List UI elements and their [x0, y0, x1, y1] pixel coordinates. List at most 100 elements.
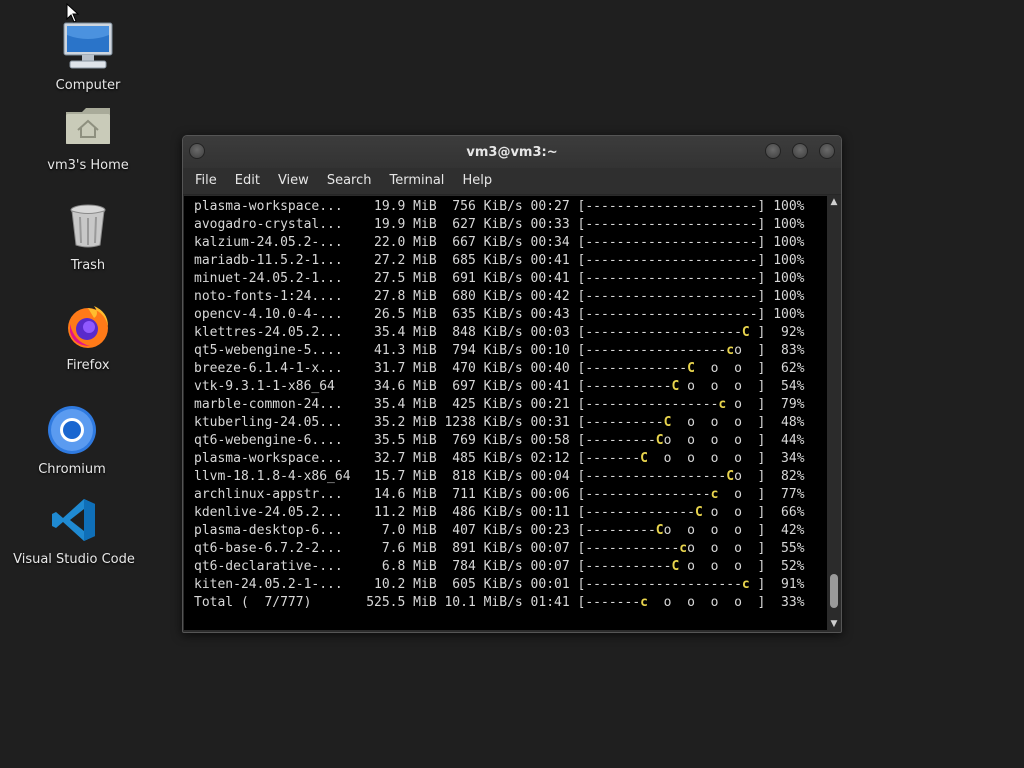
- close-button[interactable]: [819, 143, 835, 159]
- firefox-icon: [60, 298, 116, 354]
- window-title: vm3@vm3:~: [466, 144, 558, 160]
- terminal-output[interactable]: plasma-workspace... 19.9 MiB 756 KiB/s 0…: [184, 196, 827, 630]
- pacman-glyph: C: [671, 559, 680, 574]
- vscode-icon: [46, 492, 102, 548]
- desktop-icon-label: Computer: [55, 78, 121, 93]
- scroll-up-arrow-icon[interactable]: ▲: [828, 196, 840, 208]
- progress-bar: [----------------c o ]: [569, 487, 766, 502]
- progress-percent: 44%: [765, 433, 805, 448]
- eta: 00:07: [522, 541, 570, 556]
- pacman-glyph: C: [671, 379, 680, 394]
- desktop-icon-label: Firefox: [66, 358, 110, 373]
- menu-help[interactable]: Help: [454, 168, 500, 194]
- progress-bar: [-----------------c o ]: [569, 397, 766, 412]
- package-name: minuet-24.05.2-1...: [194, 271, 351, 286]
- package-size: 7.6 MiB: [350, 541, 437, 556]
- package-size: 19.9 MiB: [350, 199, 437, 214]
- download-speed: 784 KiB/s: [436, 559, 523, 574]
- desktop-icon-computer[interactable]: Computer: [23, 18, 153, 93]
- pacman-glyph: c: [710, 487, 719, 502]
- terminal-line: breeze-6.1.4-1-x... 31.7 MiB 470 KiB/s 0…: [194, 360, 805, 378]
- download-speed: 685 KiB/s: [436, 253, 523, 268]
- pacman-glyph: c: [679, 541, 688, 556]
- minimize-button[interactable]: [765, 143, 781, 159]
- maximize-button[interactable]: [792, 143, 808, 159]
- eta: 00:10: [522, 343, 570, 358]
- menu-edit[interactable]: Edit: [227, 168, 268, 194]
- eta: 00:07: [522, 559, 570, 574]
- package-size: 7.0 MiB: [350, 523, 437, 538]
- desktop-icon-chromium[interactable]: Chromium: [7, 402, 137, 477]
- package-name: mariadb-11.5.2-1...: [194, 253, 351, 268]
- progress-percent: 77%: [765, 487, 805, 502]
- progress-bar: [--------------------c ]: [569, 577, 766, 592]
- package-name: plasma-workspace...: [194, 451, 351, 466]
- progress-bar: [----------------------]: [569, 271, 766, 286]
- package-name: llvm-18.1.8-4-x86_64: [194, 469, 351, 484]
- desktop-icon-label: Trash: [70, 258, 106, 273]
- package-name: vtk-9.3.1-1-x86_64: [194, 379, 351, 394]
- desktop-icon-label: Visual Studio Code: [13, 552, 135, 567]
- package-size: 35.5 MiB: [350, 433, 437, 448]
- package-name: Total ( 7/777): [194, 595, 351, 610]
- package-size: 26.5 MiB: [350, 307, 437, 322]
- download-speed: 1238 KiB/s: [436, 415, 523, 430]
- desktop-icon-trash[interactable]: Trash: [23, 198, 153, 273]
- package-size: 15.7 MiB: [350, 469, 437, 484]
- progress-percent: 82%: [765, 469, 805, 484]
- eta: 00:21: [522, 397, 570, 412]
- eta: 00:43: [522, 307, 570, 322]
- package-name: plasma-desktop-6...: [194, 523, 351, 538]
- terminal-line: plasma-workspace... 19.9 MiB 756 KiB/s 0…: [194, 198, 805, 216]
- package-size: 22.0 MiB: [350, 235, 437, 250]
- eta: 00:41: [522, 253, 570, 268]
- progress-bar: [----------------------]: [569, 307, 766, 322]
- package-name: noto-fonts-1:24....: [194, 289, 351, 304]
- progress-bar: [------------------Co ]: [569, 469, 766, 484]
- menu-terminal[interactable]: Terminal: [381, 168, 452, 194]
- package-name: marble-common-24...: [194, 397, 351, 412]
- pacman-glyph: C: [655, 433, 664, 448]
- desktop-icon-firefox[interactable]: Firefox: [23, 298, 153, 373]
- download-speed: 485 KiB/s: [436, 451, 523, 466]
- eta: 00:41: [522, 379, 570, 394]
- package-size: 6.8 MiB: [350, 559, 437, 574]
- scroll-down-arrow-icon[interactable]: ▼: [828, 618, 840, 630]
- terminal-line: kdenlive-24.05.2... 11.2 MiB 486 KiB/s 0…: [194, 504, 805, 522]
- progress-percent: 48%: [765, 415, 805, 430]
- download-speed: 691 KiB/s: [436, 271, 523, 286]
- menu-file[interactable]: File: [187, 168, 225, 194]
- package-name: qt6-declarative-...: [194, 559, 351, 574]
- package-name: qt6-base-6.7.2-2...: [194, 541, 351, 556]
- menu-view[interactable]: View: [270, 168, 317, 194]
- pacman-glyph: C: [741, 325, 750, 340]
- eta: 00:04: [522, 469, 570, 484]
- window-menu-button[interactable]: [189, 143, 205, 159]
- eta: 00:06: [522, 487, 570, 502]
- package-size: 14.6 MiB: [350, 487, 437, 502]
- progress-percent: 100%: [765, 271, 805, 286]
- download-speed: 486 KiB/s: [436, 505, 523, 520]
- package-size: 11.2 MiB: [350, 505, 437, 520]
- progress-percent: 83%: [765, 343, 805, 358]
- progress-percent: 55%: [765, 541, 805, 556]
- window-titlebar[interactable]: vm3@vm3:~: [183, 136, 841, 168]
- download-speed: 667 KiB/s: [436, 235, 523, 250]
- progress-percent: 52%: [765, 559, 805, 574]
- progress-bar: [-----------C o o o ]: [569, 559, 766, 574]
- trash-icon: [60, 198, 116, 254]
- eta: 00:58: [522, 433, 570, 448]
- desktop-icon-home[interactable]: vm3's Home: [23, 98, 153, 173]
- progress-bar: [------------co o o ]: [569, 541, 766, 556]
- download-speed: 470 KiB/s: [436, 361, 523, 376]
- desktop-icon-vscode[interactable]: Visual Studio Code: [9, 492, 139, 567]
- pacman-glyph: c: [718, 397, 727, 412]
- download-speed: 756 KiB/s: [436, 199, 523, 214]
- scrollbar-thumb[interactable]: [830, 574, 838, 608]
- pacman-glyph: C: [726, 469, 735, 484]
- pacman-glyph: C: [687, 361, 695, 376]
- download-speed: 407 KiB/s: [436, 523, 523, 538]
- terminal-line: opencv-4.10.0-4-... 26.5 MiB 635 KiB/s 0…: [194, 306, 805, 324]
- menu-search[interactable]: Search: [319, 168, 380, 194]
- scrollbar[interactable]: ▲ ▼: [828, 196, 840, 630]
